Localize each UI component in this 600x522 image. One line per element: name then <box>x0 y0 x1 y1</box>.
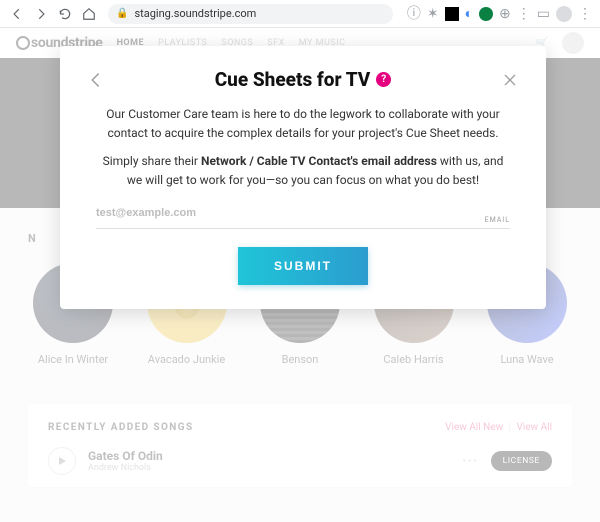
ext-icon-3[interactable] <box>445 7 459 21</box>
email-field[interactable] <box>96 201 485 225</box>
ext-icon-6[interactable]: ⊕ <box>499 7 511 21</box>
lock-icon: 🔒 <box>116 8 128 19</box>
submit-button[interactable]: SUBMIT <box>238 247 368 285</box>
reload-icon[interactable] <box>56 5 74 23</box>
modal-paragraph-1: Our Customer Care team is here to do the… <box>96 105 510 142</box>
ext-icon-2[interactable]: ✶ <box>427 7 439 21</box>
email-input-row: EMAIL <box>96 201 510 229</box>
extension-icons: ⓘ ✶ ◐ ⊕ ⋮ ▭ ⋮ <box>407 6 592 22</box>
ext-icon-4[interactable]: ◐ <box>465 7 473 21</box>
modal-back-button[interactable] <box>86 70 106 90</box>
ext-icon-7[interactable]: ⋮ <box>517 7 531 21</box>
forward-icon[interactable] <box>32 5 50 23</box>
url-text: staging.soundstripe.com <box>134 7 256 20</box>
back-icon[interactable] <box>8 5 26 23</box>
cast-icon[interactable]: ▭ <box>537 7 550 21</box>
page: soundstripe HOME PLAYLISTS SONGS SFX MY … <box>0 28 600 522</box>
profile-avatar-icon[interactable] <box>556 6 572 22</box>
ext-icon-1[interactable]: ⓘ <box>407 7 421 21</box>
modal-body: Our Customer Care team is here to do the… <box>86 105 520 285</box>
modal-title-text: Cue Sheets for TV <box>215 68 371 91</box>
browser-chrome: 🔒 staging.soundstripe.com ⓘ ✶ ◐ ⊕ ⋮ ▭ ⋮ <box>0 0 600 28</box>
help-icon[interactable]: ? <box>376 72 391 87</box>
cue-sheets-modal: Cue Sheets for TV ? Our Customer Care te… <box>60 46 546 309</box>
email-label: EMAIL <box>485 215 510 226</box>
address-bar[interactable]: 🔒 staging.soundstripe.com <box>108 4 393 24</box>
modal-paragraph-2: Simply share their Network / Cable TV Co… <box>96 152 510 189</box>
home-icon[interactable] <box>80 5 98 23</box>
modal-title: Cue Sheets for TV ? <box>106 68 500 91</box>
menu-icon[interactable]: ⋮ <box>578 7 592 21</box>
modal-close-button[interactable] <box>500 70 520 90</box>
ext-icon-5[interactable] <box>479 7 493 21</box>
